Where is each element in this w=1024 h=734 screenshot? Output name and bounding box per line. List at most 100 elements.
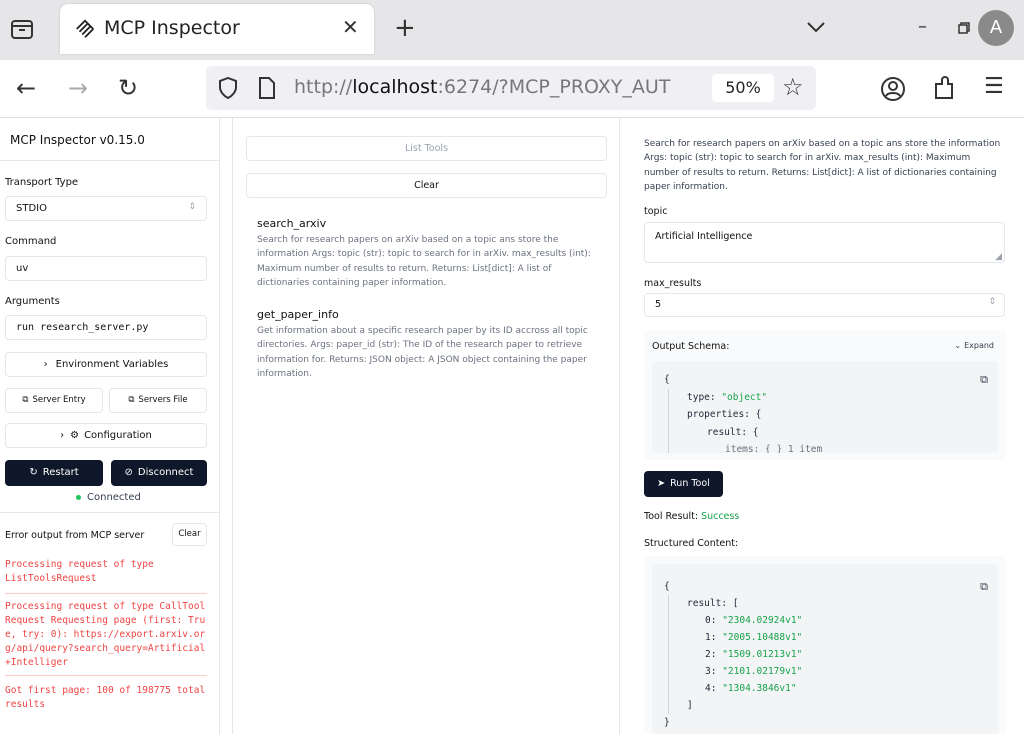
copy-result-icon[interactable]: ⧉ [980, 578, 988, 595]
copy-icon: ⧉ [128, 395, 135, 405]
account-icon[interactable] [880, 76, 906, 102]
servers-file-button[interactable]: ⧉ Servers File [109, 388, 207, 413]
new-tab-icon[interactable]: + [394, 13, 416, 43]
arguments-label: Arguments [5, 296, 60, 307]
code-line: { [664, 581, 670, 592]
url-text[interactable]: http://localhost:6274/?MCP_PROXY_AUT [294, 76, 709, 98]
spinner-icon[interactable]: ⇕ [988, 297, 996, 307]
code-line: ] [668, 697, 986, 714]
max-results-label: max_results [644, 278, 702, 289]
unplug-icon: ⊘ [124, 467, 133, 478]
minimize-icon[interactable]: – [918, 16, 927, 37]
restart-button[interactable]: ↻ Restart [5, 460, 103, 486]
copy-icon: ⧉ [22, 395, 29, 405]
code-line: result: [ [668, 595, 986, 612]
error-output-title: Error output from MCP server [5, 530, 145, 541]
chevron-right-icon: › [43, 359, 48, 370]
topic-input[interactable]: Artificial Intelligence ◢ [644, 222, 1005, 263]
command-input[interactable]: uv [5, 256, 207, 281]
zoom-indicator[interactable]: 50% [712, 74, 774, 102]
configuration-button[interactable]: › ⚙ Configuration [5, 423, 207, 448]
translate-icon[interactable]: A [978, 10, 1014, 46]
result-item: 4: "1304.3846v1" [668, 680, 986, 697]
browser-nav-bar: ← → ↻ http://localhost:6274/?MCP_PROXY_A… [0, 60, 1024, 118]
gear-icon: ⚙ [70, 430, 80, 441]
server-entry-button[interactable]: ⧉ Server Entry [5, 388, 103, 413]
run-tool-button[interactable]: ➤ Run Tool [644, 471, 723, 497]
tool-detail-description: Search for research papers on arXiv base… [644, 139, 1001, 192]
output-schema-label: Output Schema: [652, 341, 730, 352]
status-dot-icon [76, 494, 81, 500]
back-icon[interactable]: ← [16, 74, 36, 102]
extensions-icon[interactable] [932, 76, 956, 102]
tool-detail-panel: Search for research papers on arXiv base… [632, 118, 1024, 734]
schema-line: properties: { [668, 406, 986, 424]
arguments-input[interactable]: run research_server.py [5, 315, 207, 340]
schema-line: type: "object" [668, 388, 986, 406]
browser-tab-bar: MCP Inspector ✕ + – A [0, 0, 1024, 60]
inspector-sidebar: MCP Inspector v0.15.0 Transport Type STD… [0, 118, 220, 734]
chevron-right-icon: › [60, 430, 65, 441]
schema-line: items: { } 1 item [668, 441, 986, 453]
divider [5, 675, 207, 676]
topic-label: topic [644, 206, 668, 217]
tool-result-line: Tool Result: Success [644, 511, 740, 522]
divider [0, 512, 219, 513]
structured-content-label: Structured Content: [644, 538, 739, 549]
chevron-down-icon[interactable] [806, 20, 826, 34]
result-item: 1: "2005.10488v1" [668, 629, 986, 646]
expand-button[interactable]: ⌄ Expand [954, 341, 994, 350]
bookmark-star-icon[interactable]: ☆ [782, 73, 804, 101]
sidebar-title: MCP Inspector v0.15.0 [10, 133, 145, 147]
browser-tab[interactable]: MCP Inspector ✕ [60, 4, 374, 54]
max-results-input[interactable]: 5 ⇕ [644, 293, 1005, 317]
command-label: Command [5, 236, 57, 247]
shield-icon[interactable] [218, 77, 238, 99]
output-schema-section: Output Schema: ⌄ Expand { type: "object" … [644, 330, 1006, 460]
select-arrows-icon: ⇕ [188, 202, 196, 212]
structured-content-code: { result: [ 0: "2304.02924v1" 1: "2005.1… [652, 564, 998, 734]
divider [5, 593, 207, 594]
output-schema-code: { type: "object" properties: { result: {… [652, 361, 998, 453]
divider [0, 160, 219, 161]
chevron-down-icon: ⌄ [954, 341, 962, 350]
menu-icon[interactable]: ☰ [984, 74, 1004, 99]
clear-tools-button[interactable]: Clear [246, 173, 607, 198]
structured-content-section: { result: [ 0: "2304.02924v1" 1: "2005.1… [644, 556, 1006, 734]
clear-errors-button[interactable]: Clear [172, 523, 207, 546]
error-log-entry: Got first page: 100 of 198775 total resu… [5, 685, 206, 710]
mcp-logo-icon [76, 19, 94, 38]
transport-select[interactable]: STDIO ⇕ [5, 196, 207, 221]
restart-icon: ↻ [29, 467, 38, 478]
reload-icon[interactable]: ↻ [118, 74, 138, 102]
copy-schema-icon[interactable]: ⧉ [980, 371, 988, 389]
environment-variables-button[interactable]: › Environment Variables [5, 352, 207, 377]
schema-line: { [664, 374, 670, 385]
result-item: 2: "1509.01213v1" [668, 646, 986, 663]
forward-icon[interactable]: → [68, 74, 88, 102]
disconnect-button[interactable]: ⊘ Disconnect [111, 460, 207, 486]
tab-overview-icon[interactable] [10, 17, 34, 41]
code-line: } [664, 717, 670, 728]
close-tab-icon[interactable]: ✕ [342, 15, 359, 39]
result-item: 3: "2101.02179v1" [668, 663, 986, 680]
schema-line: result: { [668, 423, 986, 441]
restore-icon[interactable] [958, 22, 970, 34]
tools-panel: List Tools Clear search_arxiv Search for… [232, 118, 620, 734]
tool-name: search_arxiv [257, 217, 327, 230]
tool-description: Search for research papers on arXiv base… [257, 235, 591, 288]
result-item: 0: "2304.02924v1" [668, 612, 986, 629]
tool-description: Get information about a specific researc… [257, 326, 588, 379]
error-log-entry: Processing request of type CallToolReque… [5, 601, 206, 668]
tab-title: MCP Inspector [104, 17, 240, 39]
result-status: Success [701, 511, 740, 522]
page-icon[interactable] [258, 77, 276, 99]
resize-handle-icon[interactable]: ◢ [995, 252, 1002, 262]
list-tools-button[interactable]: List Tools [246, 136, 607, 161]
transport-label: Transport Type [5, 177, 79, 188]
error-log-entry: Processing request of type ListToolsRequ… [5, 559, 154, 584]
address-bar[interactable]: http://localhost:6274/?MCP_PROXY_AUT 50%… [206, 66, 816, 110]
send-icon: ➤ [657, 478, 666, 489]
connection-status: Connected [76, 492, 141, 503]
tool-name: get_paper_info [257, 308, 339, 321]
